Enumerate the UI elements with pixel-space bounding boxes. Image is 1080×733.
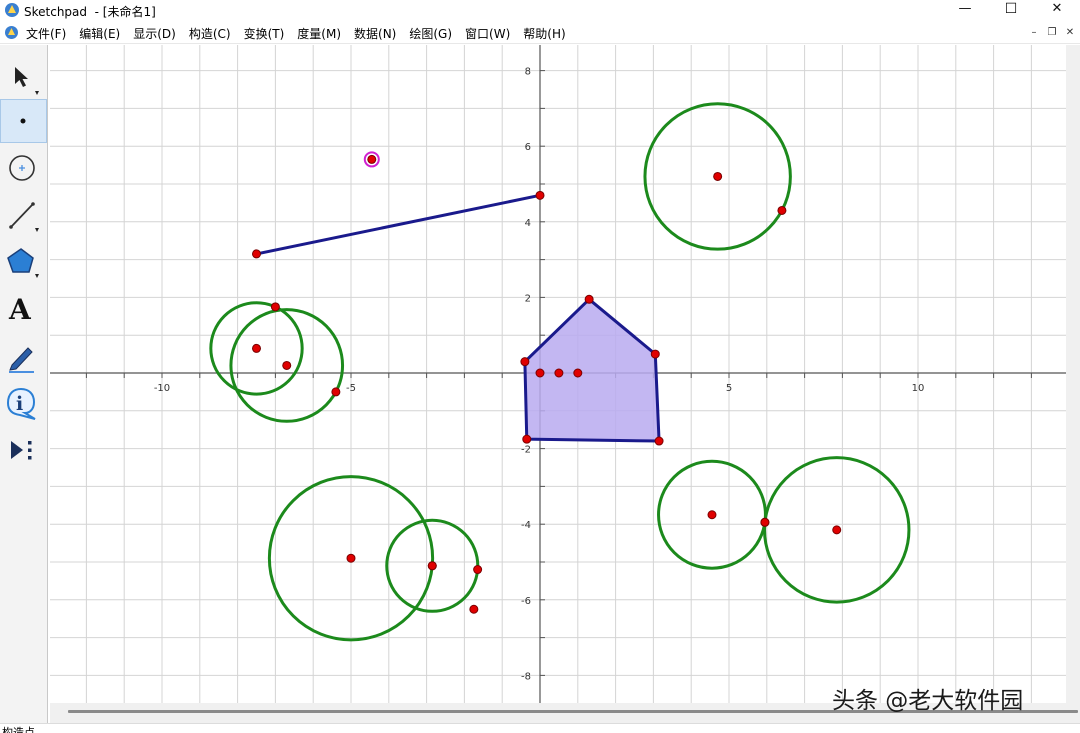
information-tool[interactable]: i — [0, 381, 47, 425]
line-segment[interactable] — [256, 193, 541, 256]
menu-items: 文件(F) 编辑(E) 显示(D) 构造(C) 变换(T) 度量(M) 数据(N… — [26, 25, 579, 42]
menu-display[interactable]: 显示(D) — [133, 25, 176, 42]
y-tick-label: 2 — [525, 293, 531, 304]
circle-radius-point[interactable] — [777, 205, 787, 215]
marker-tool[interactable] — [0, 334, 47, 378]
polygon-tool[interactable] — [0, 241, 47, 285]
polygon-vertex[interactable] — [520, 357, 530, 367]
polygon-vertex[interactable] — [584, 294, 594, 304]
document-icon[interactable] — [4, 25, 19, 40]
polygon-vertex[interactable] — [654, 436, 664, 446]
coordinate-plane[interactable]: -10 -5 5 10 8 6 4 2 -2 -4 -6 -8 — [50, 45, 1066, 703]
free-point[interactable] — [469, 604, 479, 614]
circle-center-point[interactable] — [707, 510, 717, 520]
window-title: Sketchpad - [未命名1] — [24, 5, 156, 19]
arrow-select-tool[interactable] — [0, 53, 47, 97]
doc-restore-button[interactable]: ❐ — [1045, 27, 1059, 40]
play-menu-icon — [11, 441, 32, 460]
doc-close-button[interactable]: ✕ — [1063, 27, 1077, 40]
menu-data[interactable]: 数据(N) — [354, 25, 396, 42]
vertical-scrollbar[interactable] — [1066, 45, 1080, 703]
sketchpad-app-icon — [5, 3, 19, 17]
y-tick-label: -2 — [521, 445, 531, 456]
circle-center-point[interactable] — [427, 561, 437, 571]
segment-endpoint[interactable] — [535, 190, 545, 200]
arrow-cursor-icon — [15, 67, 39, 95]
circle-radius-point[interactable] — [270, 302, 280, 312]
x-tick-label: 5 — [726, 383, 732, 394]
close-button[interactable]: ✕ — [1034, 0, 1080, 22]
point-icon — [20, 118, 26, 124]
doc-minimize-button[interactable]: – — [1027, 27, 1041, 40]
x-tick-label: -10 — [154, 383, 170, 394]
menu-transform[interactable]: 变换(T) — [244, 25, 285, 42]
menu-file[interactable]: 文件(F) — [26, 25, 66, 42]
circle-center-point[interactable] — [832, 525, 842, 535]
pentagon-icon — [7, 248, 39, 278]
text-a-icon: A — [8, 293, 32, 326]
y-tick-label: 6 — [525, 142, 531, 153]
menu-window[interactable]: 窗口(W) — [465, 25, 510, 42]
point-tool[interactable] — [0, 99, 47, 143]
custom-tool[interactable] — [0, 429, 47, 473]
segment-icon — [9, 202, 39, 232]
point-on-axis[interactable] — [573, 368, 583, 378]
info-icon: i — [6, 387, 36, 420]
menu-measure[interactable]: 度量(M) — [297, 25, 341, 42]
polygon-vertex[interactable] — [522, 434, 532, 444]
menu-edit[interactable]: 编辑(E) — [79, 25, 120, 42]
status-text: 构造点 — [2, 726, 35, 733]
svg-text:A: A — [8, 293, 32, 326]
x-tick-label: 10 — [912, 383, 925, 394]
text-tool[interactable]: A — [0, 287, 47, 331]
polygon-interior[interactable] — [523, 297, 661, 443]
sketch-canvas[interactable]: -10 -5 5 10 8 6 4 2 -2 -4 -6 -8 — [50, 45, 1066, 703]
circle-radius-point[interactable] — [760, 517, 770, 527]
point-on-axis[interactable] — [535, 368, 545, 378]
circle-center-point[interactable] — [713, 171, 723, 181]
straightedge-tool[interactable] — [0, 193, 47, 237]
compass-tool[interactable] — [0, 146, 47, 190]
menu-construct[interactable]: 构造(C) — [189, 25, 231, 42]
toolbox: A i — [0, 45, 48, 731]
selected-point[interactable] — [367, 154, 377, 164]
circle-center-point[interactable] — [282, 360, 292, 370]
point-on-axis[interactable] — [554, 368, 564, 378]
polygon-vertex[interactable] — [650, 349, 660, 359]
watermark-text: 头条 @老大软件园 — [832, 688, 1024, 714]
status-bar: 构造点 — [0, 723, 1080, 733]
y-tick-label: -6 — [521, 596, 531, 607]
segment-endpoint[interactable] — [252, 249, 261, 259]
maximize-button[interactable]: ☐ — [988, 0, 1034, 22]
pen-icon — [9, 347, 34, 373]
circle-center-point[interactable] — [346, 553, 356, 563]
minimize-button[interactable]: — — [942, 0, 988, 22]
circle-center-point[interactable] — [252, 343, 261, 353]
y-tick-label: 8 — [525, 67, 531, 78]
y-tick-label: 4 — [525, 218, 531, 229]
y-tick-label: -4 — [521, 520, 531, 531]
svg-text:i: i — [16, 393, 23, 415]
y-tick-label: -8 — [521, 671, 531, 682]
circle-radius-point[interactable] — [473, 565, 483, 575]
title-bar: Sketchpad - [未命名1] — ☐ ✕ — [0, 0, 1080, 22]
menu-graph[interactable]: 绘图(G) — [409, 25, 452, 42]
menu-bar: 文件(F) 编辑(E) 显示(D) 构造(C) 变换(T) 度量(M) 数据(N… — [0, 22, 1080, 44]
menu-help[interactable]: 帮助(H) — [523, 25, 565, 42]
circle-icon — [9, 155, 35, 181]
circle-radius-point[interactable] — [331, 387, 341, 397]
x-tick-label: -5 — [346, 383, 356, 394]
